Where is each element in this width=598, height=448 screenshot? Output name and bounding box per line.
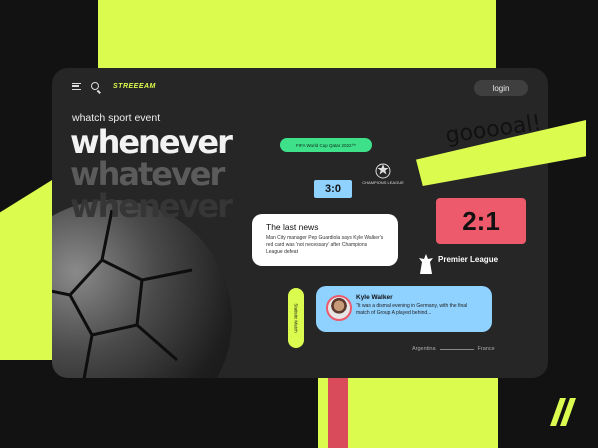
premier-league-label: Premier League <box>438 255 499 264</box>
search-icon[interactable] <box>91 82 99 90</box>
match-teams[interactable]: Argentina France <box>412 346 495 352</box>
hero-title-2: whatever <box>70 155 225 193</box>
menu-icon[interactable] <box>72 82 81 90</box>
backdrop-left-shape <box>0 180 52 360</box>
news-text: Man City manager Pep Guardiola says Kyle… <box>266 235 384 255</box>
top-bar: STREEEAM <box>72 82 156 90</box>
avatar <box>326 295 352 321</box>
hero-title-1: whenever <box>70 123 233 161</box>
comment-text: "It was a dismal evening in Germany, wit… <box>356 303 468 316</box>
login-button[interactable]: login <box>474 80 528 96</box>
news-card[interactable]: The last news Man City manager Pep Guard… <box>252 214 398 266</box>
comment-card[interactable]: Kyle Walker "It was a dismal evening in … <box>316 286 492 332</box>
champions-league-label: CHAMPIONS LEAGUE <box>362 180 404 185</box>
news-title: The last news <box>266 222 319 232</box>
statistic-match-label: Statistic Match <box>293 303 299 333</box>
backdrop-stripe <box>328 378 348 448</box>
backdrop-top-shape <box>98 0 496 68</box>
versus-divider <box>439 348 474 350</box>
world-cup-badge[interactable]: FIFA World Cup Qatar 2022™ <box>280 138 372 152</box>
score-card-small[interactable]: 3:0 <box>314 180 352 198</box>
premier-league-icon <box>419 254 433 274</box>
slashes-logo <box>550 398 576 426</box>
soccer-ball-image <box>52 200 232 378</box>
team-home: Argentina <box>412 346 436 352</box>
comment-author: Kyle Walker <box>356 294 393 301</box>
team-away: France <box>477 346 495 352</box>
statistic-match-tab[interactable]: Statistic Match <box>288 288 304 348</box>
score-card-large[interactable]: 2:1 <box>436 198 526 244</box>
brand-logo[interactable]: STREEEAM <box>113 83 156 90</box>
app-window: STREEEAM login whatch sport event whenev… <box>52 68 548 378</box>
champions-league-icon <box>375 163 391 179</box>
hero-title-3: whenever <box>70 187 233 225</box>
